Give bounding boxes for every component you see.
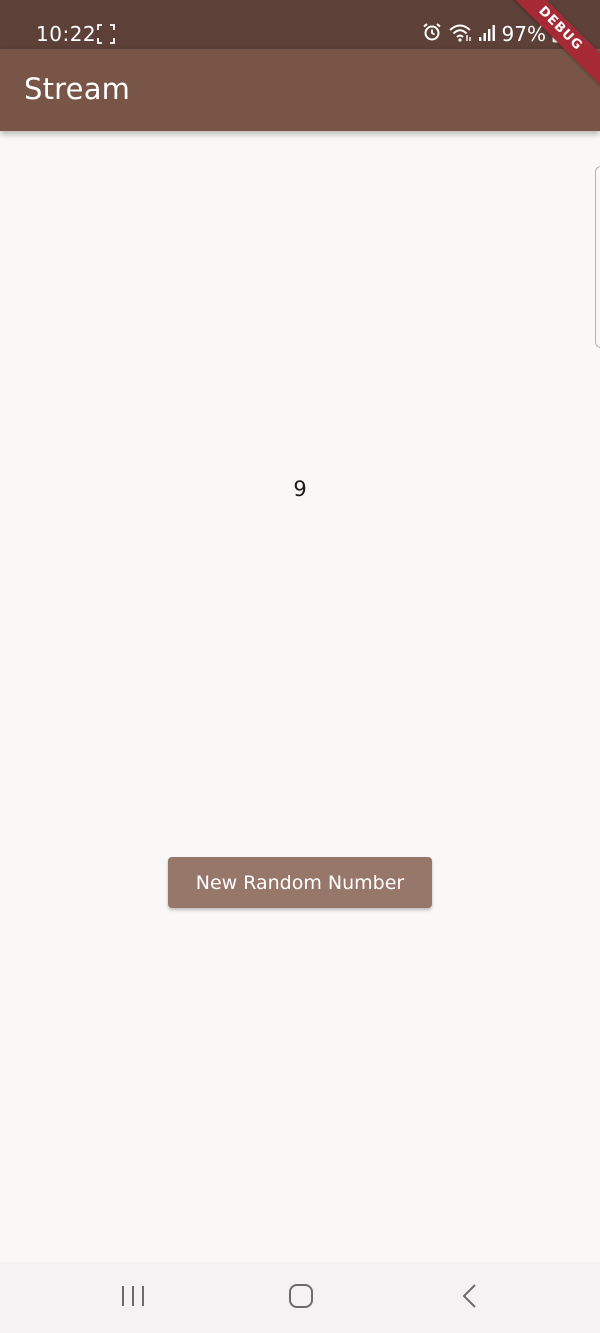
back-button[interactable] [450,1282,490,1314]
status-bar: 10:22 97% [0,0,600,49]
main-content: 9 New Random Number [0,131,600,1262]
home-button[interactable] [281,1282,321,1314]
wifi-icon [448,22,472,46]
battery-percentage: 97% [501,22,546,46]
status-time: 10:22 [36,22,97,46]
app-bar-title: Stream [24,72,131,106]
screenshot-icon [97,24,115,44]
alarm-icon [422,22,442,46]
status-icons: 97% [422,20,566,48]
recents-button[interactable] [113,1282,153,1314]
back-icon [460,1283,480,1313]
signal-icon [478,22,496,46]
app-screen: 10:22 97% DEBUG Stream 9 New Random Numb… [0,0,600,1333]
new-random-number-button[interactable]: New Random Number [168,857,432,908]
home-icon [288,1283,314,1313]
recents-icon [120,1284,146,1312]
navigation-bar [0,1262,600,1333]
edge-panel-handle[interactable] [595,166,600,348]
battery-charging-icon [552,21,566,47]
random-number-text: 9 [293,477,307,501]
app-bar: Stream [0,49,600,131]
